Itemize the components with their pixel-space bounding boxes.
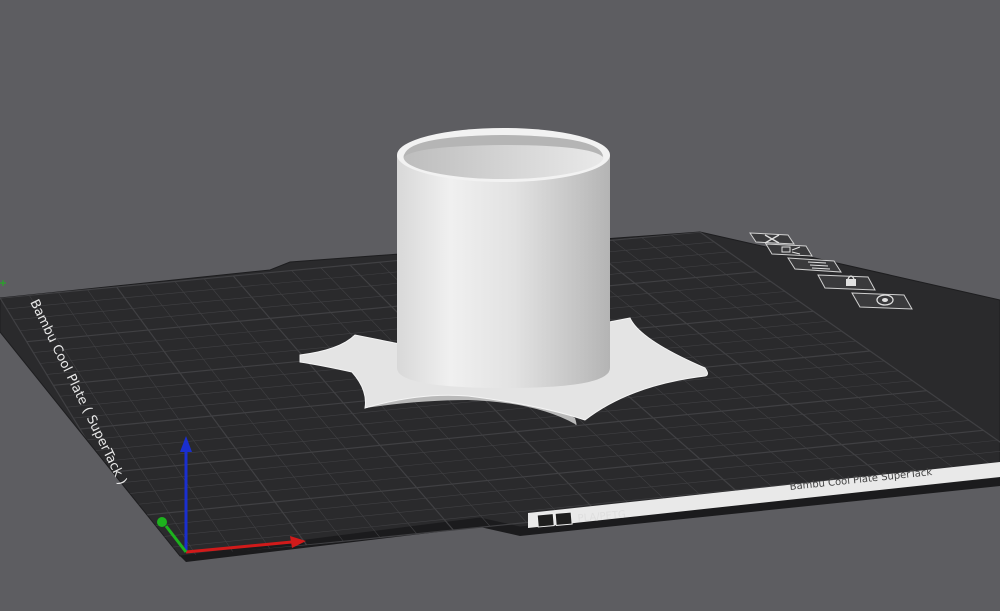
origin-marker-icon (0, 280, 6, 286)
settings-icon[interactable] (851, 292, 913, 310)
auto-arrange-icon[interactable] (765, 243, 813, 257)
scene: Bambu Cool Plate ( SuperTack ) Bambu Coo… (0, 128, 1000, 562)
cup-body (397, 155, 610, 388)
close-icon[interactable] (749, 232, 795, 245)
3d-viewport[interactable]: Bambu Cool Plate ( SuperTack ) Bambu Coo… (0, 0, 1000, 607)
lock-icon[interactable] (817, 274, 876, 291)
y-axis-arrow-icon (157, 517, 167, 527)
